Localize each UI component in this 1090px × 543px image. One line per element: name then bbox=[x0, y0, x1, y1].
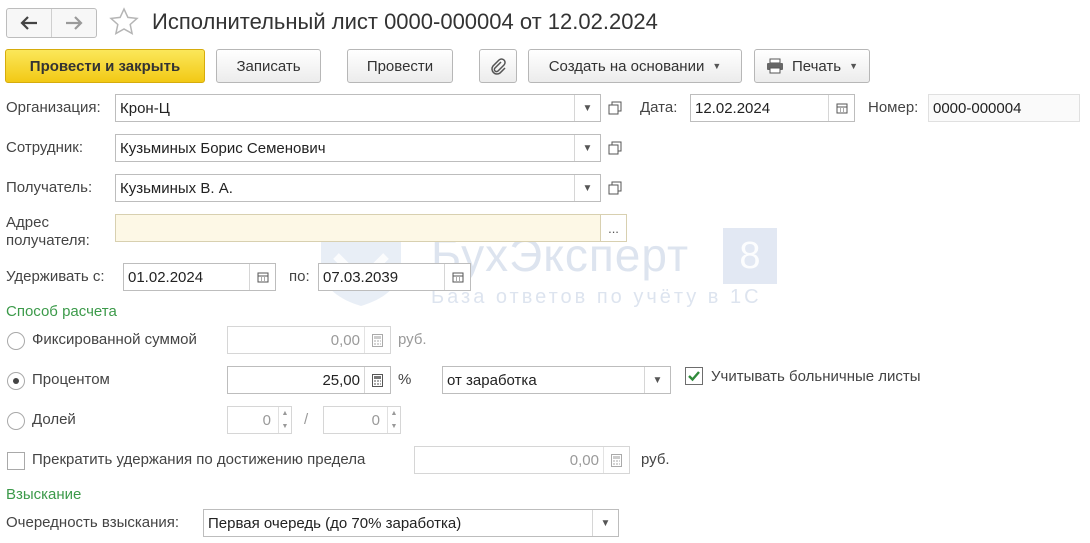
numerator-stepper[interactable]: ▲ ▼ bbox=[278, 407, 291, 433]
post-button[interactable]: Провести bbox=[347, 49, 453, 83]
stop-at-limit-checkbox[interactable] bbox=[7, 452, 25, 470]
recipient-address-label-line1: Адрес bbox=[6, 214, 49, 231]
withhold-to-label: по: bbox=[289, 268, 310, 285]
chevron-down-icon[interactable]: ▼ bbox=[574, 175, 600, 201]
number-label: Номер: bbox=[868, 99, 919, 116]
collection-section-title: Взыскание bbox=[6, 486, 82, 503]
date-value: 12.02.2024 bbox=[695, 100, 771, 117]
calculator-icon[interactable] bbox=[364, 327, 390, 353]
stop-limit-value: 0,00 bbox=[569, 452, 599, 469]
recipient-label: Получатель: bbox=[6, 179, 93, 196]
create-based-on-button[interactable]: Создать на основании ▼ bbox=[528, 49, 742, 83]
organization-label: Организация: bbox=[6, 99, 101, 116]
fixed-amount-radio[interactable] bbox=[7, 332, 25, 350]
fixed-amount-label: Фиксированной суммой bbox=[32, 331, 197, 348]
organization-field[interactable]: Крон-Ц ▼ bbox=[115, 94, 601, 122]
create-based-on-label: Создать на основании bbox=[548, 57, 705, 75]
print-label: Печать bbox=[791, 57, 842, 75]
watermark-badge: 8 bbox=[723, 228, 777, 284]
star-icon[interactable] bbox=[108, 6, 140, 38]
recipient-address-field[interactable]: ... bbox=[115, 214, 627, 242]
priority-select[interactable]: Первая очередь (до 70% заработка) ▼ bbox=[203, 509, 619, 537]
recipient-field[interactable]: Кузьминых В. А. ▼ bbox=[115, 174, 601, 202]
share-numerator-field[interactable]: 0 ▲ ▼ bbox=[227, 406, 292, 434]
withhold-from-label: Удерживать с: bbox=[6, 268, 105, 285]
print-button[interactable]: Печать ▼ bbox=[754, 49, 870, 83]
chevron-down-icon[interactable]: ▼ bbox=[644, 367, 670, 393]
watermark-subtitle: База ответов по учёту в 1С bbox=[431, 286, 762, 308]
withhold-to-field[interactable]: 07.03.2039 bbox=[318, 263, 471, 291]
navigation-buttons bbox=[6, 8, 97, 38]
fixed-amount-field[interactable]: 0,00 bbox=[227, 326, 391, 354]
select-address-button[interactable]: ... bbox=[600, 215, 626, 241]
open-employee-button[interactable] bbox=[602, 134, 628, 162]
open-in-window-icon bbox=[608, 101, 622, 115]
employee-label: Сотрудник: bbox=[6, 139, 84, 156]
post-and-close-button[interactable]: Провести и закрыть bbox=[5, 49, 205, 83]
forward-button[interactable] bbox=[51, 9, 96, 37]
calendar-icon[interactable] bbox=[828, 95, 854, 121]
date-label: Дата: bbox=[640, 99, 678, 116]
open-in-window-icon bbox=[608, 181, 622, 195]
page-title: Исполнительный лист 0000-000004 от 12.02… bbox=[152, 9, 658, 34]
priority-value: Первая очередь (до 70% заработка) bbox=[208, 515, 462, 532]
share-numerator-value: 0 bbox=[262, 412, 271, 429]
share-denominator-value: 0 bbox=[371, 412, 380, 429]
date-field[interactable]: 12.02.2024 bbox=[690, 94, 855, 122]
calculator-icon[interactable] bbox=[364, 367, 390, 393]
save-button[interactable]: Записать bbox=[216, 49, 321, 83]
chevron-down-icon[interactable]: ▼ bbox=[574, 135, 600, 161]
printer-icon bbox=[766, 58, 783, 74]
percent-field[interactable]: 25,00 bbox=[227, 366, 391, 394]
sick-leave-checkbox[interactable] bbox=[685, 367, 703, 385]
calendar-icon[interactable] bbox=[249, 264, 275, 290]
recipient-address-label: Адрес получателя: bbox=[6, 214, 90, 250]
calc-method-section-title: Способ расчета bbox=[6, 303, 117, 320]
paperclip-icon bbox=[491, 58, 506, 75]
number-value: 0000-000004 bbox=[933, 100, 1022, 117]
priority-label: Очередность взыскания: bbox=[6, 514, 180, 531]
recipient-value: Кузьминых В. А. bbox=[120, 180, 233, 197]
fixed-amount-unit: руб. bbox=[398, 331, 427, 348]
chevron-down-icon: ▼ bbox=[849, 61, 859, 71]
employee-field[interactable]: Кузьминых Борис Семенович ▼ bbox=[115, 134, 601, 162]
stop-at-limit-label: Прекратить удержания по достижению преде… bbox=[32, 451, 366, 468]
number-field[interactable]: 0000-000004 bbox=[928, 94, 1080, 122]
share-denominator-field[interactable]: 0 ▲ ▼ bbox=[323, 406, 401, 434]
denominator-stepper[interactable]: ▲ ▼ bbox=[387, 407, 400, 433]
attach-button[interactable] bbox=[479, 49, 517, 83]
open-in-window-icon bbox=[608, 141, 622, 155]
chevron-down-icon[interactable]: ▼ bbox=[574, 95, 600, 121]
withhold-to-value: 07.03.2039 bbox=[323, 269, 399, 286]
organization-value: Крон-Ц bbox=[120, 100, 170, 117]
withhold-from-value: 01.02.2024 bbox=[128, 269, 204, 286]
calendar-icon[interactable] bbox=[444, 264, 470, 290]
share-radio[interactable] bbox=[7, 412, 25, 430]
arrow-left-icon bbox=[20, 16, 37, 30]
arrow-right-icon bbox=[66, 16, 83, 30]
chevron-down-icon[interactable]: ▼ bbox=[592, 510, 618, 536]
checkmark-icon bbox=[688, 371, 700, 382]
open-recipient-button[interactable] bbox=[602, 174, 628, 202]
percent-base-value: от заработка bbox=[447, 372, 537, 389]
percent-base-select[interactable]: от заработка ▼ bbox=[442, 366, 671, 394]
back-button[interactable] bbox=[7, 9, 51, 37]
employee-value: Кузьминых Борис Семенович bbox=[120, 140, 326, 157]
percent-value: 25,00 bbox=[322, 372, 360, 389]
calculator-icon[interactable] bbox=[603, 447, 629, 473]
stop-limit-field[interactable]: 0,00 bbox=[414, 446, 630, 474]
chevron-down-icon: ▼ bbox=[712, 61, 722, 71]
sick-leave-label: Учитывать больничные листы bbox=[711, 368, 921, 385]
withhold-from-field[interactable]: 01.02.2024 bbox=[123, 263, 276, 291]
recipient-address-label-line2: получателя: bbox=[6, 232, 90, 249]
fixed-amount-value: 0,00 bbox=[330, 332, 360, 349]
percent-radio[interactable] bbox=[7, 372, 25, 390]
open-organization-button[interactable] bbox=[602, 94, 628, 122]
stop-limit-unit: руб. bbox=[641, 451, 670, 468]
percent-label: Процентом bbox=[32, 371, 110, 388]
percent-unit: % bbox=[398, 371, 412, 388]
share-label: Долей bbox=[32, 411, 76, 428]
share-separator: / bbox=[304, 411, 309, 428]
